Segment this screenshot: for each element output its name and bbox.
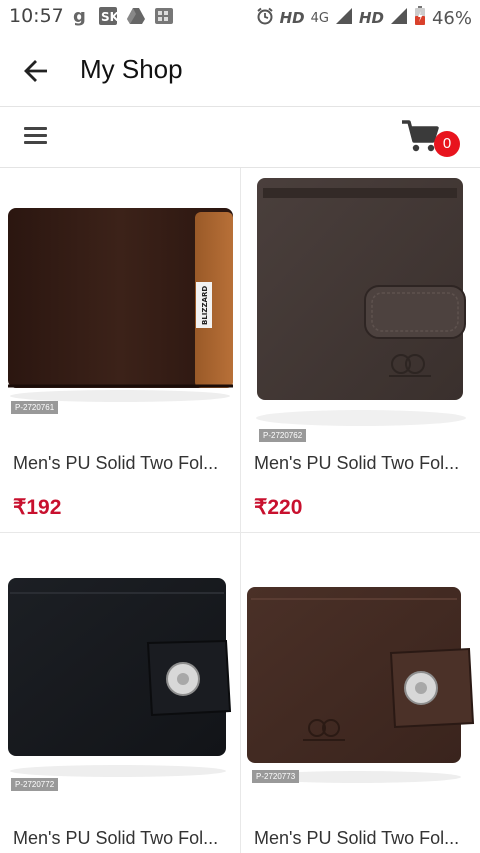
product-image — [0, 533, 240, 813]
product-card[interactable]: BLIZZARD P-2720761 Men's PU Solid Two Fo… — [0, 168, 240, 532]
status-bar: 10:57 g SK HD 4G HD 46% — [0, 0, 480, 34]
network-type: 4G — [310, 10, 329, 26]
product-image — [241, 168, 480, 448]
hd-indicator: HD — [279, 9, 305, 27]
svg-text:SK: SK — [101, 10, 118, 24]
product-card[interactable]: P-2720773 Men's PU Solid Two Fol... — [241, 533, 480, 853]
alarm-icon — [256, 7, 274, 29]
signal-icon-2 — [390, 7, 408, 29]
product-name: Men's PU Solid Two Fol... — [13, 453, 219, 473]
product-id-badge: P-2720762 — [259, 429, 307, 442]
svg-text:g: g — [73, 6, 86, 26]
product-name: Men's PU Solid Two Fol... — [254, 828, 460, 848]
brand-label: BLIZZARD — [201, 286, 209, 325]
product-price: ₹192 — [13, 496, 62, 519]
product-name: Men's PU Solid Two Fol... — [13, 828, 219, 848]
google-icon: g — [70, 6, 90, 26]
status-time: 10:57 — [9, 5, 64, 27]
hd-indicator-2: HD — [358, 9, 384, 27]
drive-icon — [126, 6, 146, 26]
product-id-badge: P-2720773 — [252, 770, 300, 783]
product-id-badge: P-2720772 — [11, 778, 59, 791]
arrow-left-icon — [24, 60, 47, 82]
product-id-badge: P-2720761 — [11, 401, 59, 414]
back-button[interactable] — [22, 56, 52, 86]
product-price: ₹220 — [254, 496, 303, 519]
product-card[interactable]: P-2720772 Men's PU Solid Two Fol... — [0, 533, 240, 853]
cart-count-badge: 0 — [434, 131, 460, 157]
product-card[interactable]: P-2720762 Men's PU Solid Two Fol... ₹220 — [241, 168, 480, 532]
gallery-icon — [154, 6, 174, 26]
toolbar — [0, 107, 480, 168]
menu-button[interactable] — [24, 125, 48, 147]
hamburger-menu-icon — [24, 127, 47, 144]
battery-percent: 46% — [431, 7, 472, 29]
sk-app-icon: SK — [98, 6, 118, 26]
notification-icons: g SK — [70, 6, 174, 26]
battery-icon — [414, 6, 426, 30]
page-title: My Shop — [80, 54, 183, 84]
status-indicators: HD 4G HD 46% — [256, 6, 472, 30]
product-name: Men's PU Solid Two Fol... — [254, 453, 460, 473]
app-bar: My Shop — [0, 34, 480, 107]
signal-icon — [335, 7, 353, 29]
